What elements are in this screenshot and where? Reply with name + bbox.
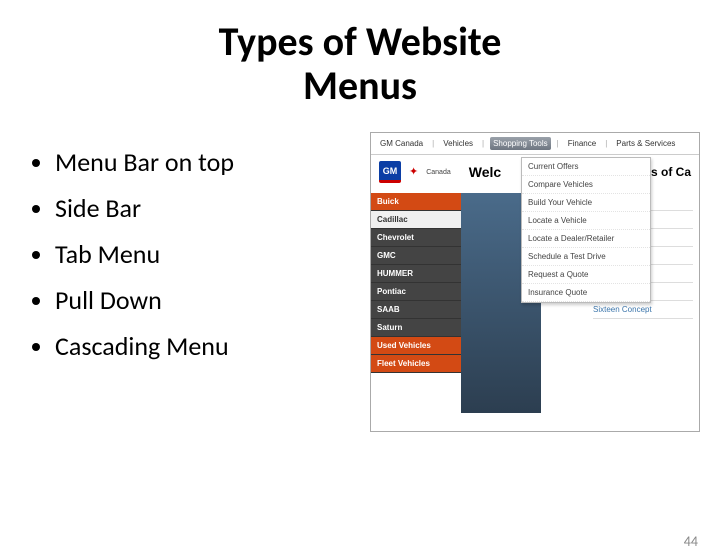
dropdown-item[interactable]: Schedule a Test Drive: [522, 248, 650, 266]
brand-sidebar: Buick Cadillac Chevrolet GMC HUMMER Pont…: [371, 193, 461, 373]
sidebar-item[interactable]: Pontiac: [371, 283, 461, 301]
separator: |: [432, 139, 434, 148]
sidebar-item[interactable]: HUMMER: [371, 265, 461, 283]
title-line-1: Types of Website: [219, 17, 502, 66]
dropdown-item[interactable]: Request a Quote: [522, 266, 650, 284]
bullet-item: Side Bar: [55, 192, 370, 224]
sidebar-item[interactable]: Buick: [371, 193, 461, 211]
slide-title: Types of Website Menus: [0, 20, 720, 108]
dropdown-menu: Current Offers Compare Vehicles Build Yo…: [521, 157, 651, 303]
nav-tab[interactable]: Vehicles: [440, 137, 476, 150]
dropdown-item[interactable]: Compare Vehicles: [522, 176, 650, 194]
title-line-2: Menus: [303, 61, 417, 110]
separator: |: [482, 139, 484, 148]
cutoff-heading: s of Ca: [651, 165, 691, 179]
example-screenshot: GM Canada | Vehicles | Shopping Tools | …: [370, 132, 700, 432]
welcome-heading: Welc: [469, 164, 501, 180]
content-area: Menu Bar on top Side Bar Tab Menu Pull D…: [0, 132, 720, 432]
dropdown-item[interactable]: Build Your Vehicle: [522, 194, 650, 212]
dropdown-item[interactable]: Insurance Quote: [522, 284, 650, 302]
bullet-item: Cascading Menu: [55, 330, 370, 362]
bullet-item: Menu Bar on top: [55, 146, 370, 178]
sidebar-item[interactable]: Fleet Vehicles: [371, 355, 461, 373]
separator: |: [605, 139, 607, 148]
sidebar-item[interactable]: Chevrolet: [371, 229, 461, 247]
dropdown-item[interactable]: Locate a Vehicle: [522, 212, 650, 230]
maple-leaf-icon: ✦: [409, 167, 418, 178]
sidebar-item[interactable]: Used Vehicles: [371, 337, 461, 355]
dropdown-item[interactable]: Locate a Dealer/Retailer: [522, 230, 650, 248]
nav-tab[interactable]: GM Canada: [377, 137, 426, 150]
nav-tab-active[interactable]: Shopping Tools: [490, 137, 551, 150]
dropdown-item[interactable]: Current Offers: [522, 158, 650, 176]
sidebar-item[interactable]: Saturn: [371, 319, 461, 337]
sidebar-item[interactable]: SAAB: [371, 301, 461, 319]
bullet-list: Menu Bar on top Side Bar Tab Menu Pull D…: [20, 132, 370, 376]
page-number: 44: [684, 533, 698, 550]
sublist-item[interactable]: Sixteen Concept: [593, 301, 693, 319]
bullet-item: Pull Down: [55, 284, 370, 316]
separator: |: [557, 139, 559, 148]
logo-subtext: Canada: [426, 169, 451, 176]
top-nav-bar: GM Canada | Vehicles | Shopping Tools | …: [371, 133, 699, 155]
gm-logo-icon: GM: [379, 161, 401, 183]
sidebar-item-selected[interactable]: Cadillac: [371, 211, 461, 229]
nav-tab[interactable]: Parts & Services: [613, 137, 678, 150]
sidebar-item[interactable]: GMC: [371, 247, 461, 265]
nav-tab[interactable]: Finance: [565, 137, 599, 150]
bullet-item: Tab Menu: [55, 238, 370, 270]
